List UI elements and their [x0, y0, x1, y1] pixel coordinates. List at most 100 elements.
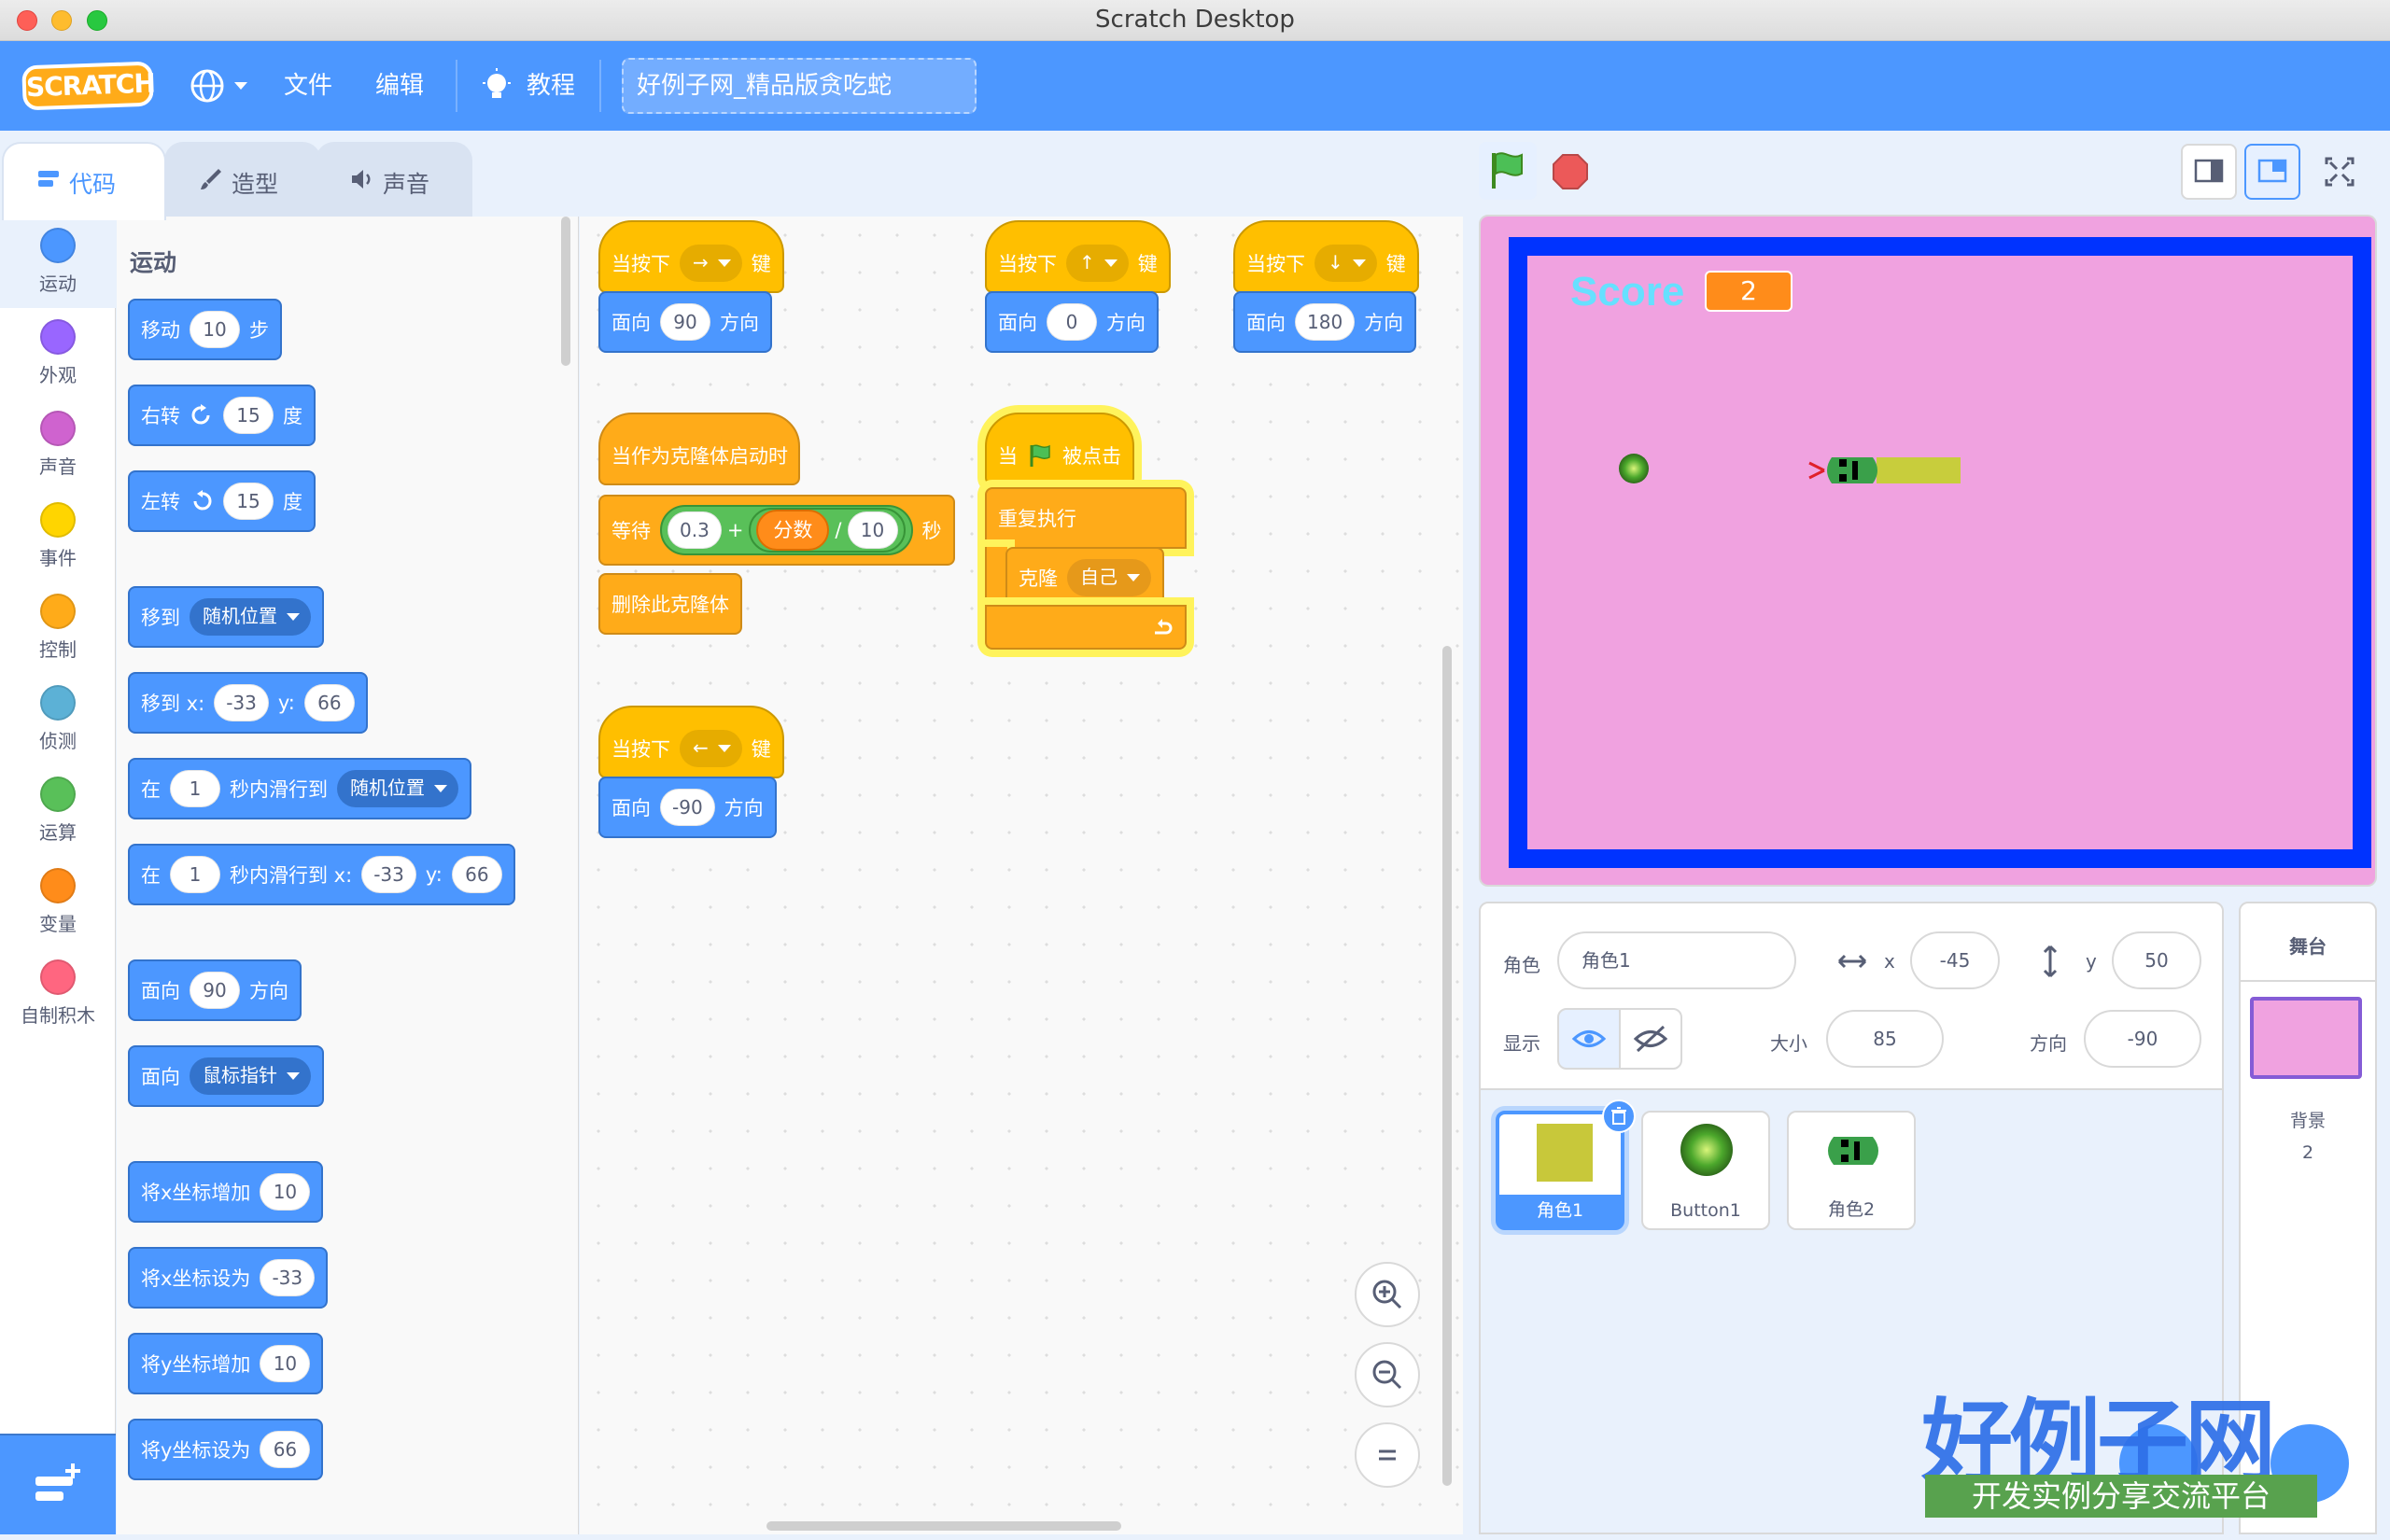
category-sound[interactable]: 声音: [0, 399, 116, 491]
category-variables[interactable]: 变量: [0, 857, 116, 948]
block-input[interactable]: 0: [1047, 303, 1097, 341]
block-dropdown[interactable]: 随机位置: [337, 770, 458, 807]
block-dropdown[interactable]: 鼠标指针: [190, 1057, 311, 1095]
zoom-in-button[interactable]: [1355, 1262, 1420, 1327]
project-title-input[interactable]: 好例子网_精品版贪吃蛇: [622, 58, 977, 114]
block-input[interactable]: 10: [847, 511, 898, 549]
block-goto-xy[interactable]: 移到 x: -33 y: 66: [128, 672, 368, 734]
sprite-tile[interactable]: 角色1: [1496, 1099, 1636, 1230]
block-point-direction[interactable]: 面向 -90 方向: [598, 777, 777, 838]
block-input[interactable]: 90: [660, 303, 710, 341]
category-motion[interactable]: 运动: [0, 217, 116, 308]
stage-canvas[interactable]: Score 2: [1479, 215, 2377, 887]
block-input[interactable]: 15: [223, 483, 274, 520]
block-input[interactable]: -90: [660, 789, 715, 826]
block-input[interactable]: 66: [451, 856, 502, 893]
block-point-direction[interactable]: 面向 90 方向: [128, 959, 302, 1021]
hat-when-key-left[interactable]: 当按下 ← 键: [598, 706, 784, 778]
tab-costumes[interactable]: 造型: [164, 142, 321, 217]
operator-divide[interactable]: 分数 / 10: [749, 508, 906, 553]
category-sensing[interactable]: 侦测: [0, 674, 116, 765]
block-set-x[interactable]: 将x坐标设为 -33: [128, 1247, 329, 1309]
key-dropdown[interactable]: ↑: [1066, 245, 1129, 282]
block-delete-clone[interactable]: 删除此克隆体: [598, 573, 742, 635]
backdrop-thumbnail[interactable]: [2250, 997, 2362, 1079]
block-input[interactable]: 10: [190, 311, 240, 348]
block-input[interactable]: 10: [260, 1345, 311, 1382]
hat-when-clone-starts[interactable]: 当作为克隆体启动时: [598, 413, 800, 485]
sprite-tile[interactable]: 角色2: [1787, 1111, 1916, 1230]
block-input[interactable]: 66: [260, 1431, 311, 1468]
normal-stage-button[interactable]: [2244, 144, 2300, 200]
block-input[interactable]: 90: [190, 972, 240, 1009]
palette-scrollbar[interactable]: [561, 217, 570, 366]
variable-score[interactable]: 分数: [756, 510, 830, 551]
add-extension-button[interactable]: [0, 1434, 116, 1534]
show-hidden-button[interactable]: [1619, 1008, 1682, 1070]
operator-add[interactable]: 0.3 + 分数 / 10: [660, 505, 913, 555]
hat-when-key-right[interactable]: 当按下 → 键: [598, 220, 784, 293]
block-input[interactable]: 180: [1295, 303, 1356, 341]
block-forever[interactable]: 重复执行: [985, 487, 1187, 549]
zoom-reset-button[interactable]: [1355, 1422, 1420, 1488]
block-goto[interactable]: 移到 随机位置: [128, 586, 324, 648]
direction-input[interactable]: -90: [2084, 1010, 2201, 1068]
clone-target-dropdown[interactable]: 自己: [1067, 559, 1151, 596]
tab-sounds[interactable]: 声音: [316, 142, 472, 217]
delete-sprite-button[interactable]: [1602, 1099, 1636, 1133]
block-turn-left[interactable]: 左转 15 度: [128, 470, 316, 532]
sprite-name-input[interactable]: 角色1: [1557, 931, 1796, 989]
block-input[interactable]: 0.3: [668, 511, 722, 549]
block-point-direction[interactable]: 面向 180 方向: [1233, 291, 1417, 353]
code-horizontal-scrollbar[interactable]: [766, 1521, 1121, 1531]
block-input[interactable]: 1: [170, 770, 220, 807]
block-wait[interactable]: 等待 0.3 + 分数 / 10 秒: [598, 495, 955, 566]
code-vertical-scrollbar[interactable]: [1442, 646, 1452, 1486]
block-input[interactable]: -33: [214, 684, 269, 721]
block-glide[interactable]: 在 1 秒内滑行到 随机位置: [128, 758, 471, 819]
block-turn-right[interactable]: 右转 15 度: [128, 385, 316, 446]
block-change-x[interactable]: 将x坐标增加 10: [128, 1161, 324, 1223]
category-looks[interactable]: 外观: [0, 308, 116, 399]
block-input[interactable]: 10: [260, 1173, 311, 1211]
tutorials-menu[interactable]: 教程: [480, 67, 583, 105]
category-control[interactable]: 控制: [0, 582, 116, 674]
block-point-direction[interactable]: 面向 90 方向: [598, 291, 772, 353]
block-point-direction[interactable]: 面向 0 方向: [985, 291, 1159, 353]
key-dropdown[interactable]: ↓: [1314, 245, 1377, 282]
block-input[interactable]: -33: [361, 856, 416, 893]
hat-when-key-up[interactable]: 当按下 ↑ 键: [985, 220, 1171, 293]
key-dropdown[interactable]: ←: [680, 730, 742, 767]
category-my-blocks[interactable]: 自制积木: [0, 948, 116, 1040]
block-input[interactable]: 15: [223, 397, 274, 434]
zoom-out-button[interactable]: [1355, 1342, 1420, 1407]
hat-when-key-down[interactable]: 当按下 ↓ 键: [1233, 220, 1419, 293]
block-change-y[interactable]: 将y坐标增加 10: [128, 1333, 324, 1394]
x-input[interactable]: -45: [1910, 931, 2000, 989]
key-dropdown[interactable]: →: [680, 245, 742, 282]
block-dropdown[interactable]: 随机位置: [190, 598, 311, 636]
green-flag-button[interactable]: [1479, 142, 1537, 200]
block-input[interactable]: 1: [170, 856, 220, 893]
menu-file[interactable]: 文件: [284, 67, 332, 105]
small-stage-button[interactable]: [2181, 144, 2237, 200]
scratch-logo[interactable]: SCRATCH: [21, 61, 155, 111]
block-create-clone[interactable]: 克隆 自己: [1005, 547, 1164, 609]
menu-edit[interactable]: 编辑: [375, 67, 424, 105]
hat-when-flag-clicked[interactable]: 当 被点击: [985, 413, 1134, 485]
stop-button[interactable]: [1550, 142, 1591, 200]
y-input[interactable]: 50: [2112, 931, 2201, 989]
tab-code[interactable]: 代码: [2, 142, 166, 220]
code-workspace[interactable]: 当按下 → 键 面向 90 方向 当按下 ↑ 键 面向 0 方向 当按下 ↓ 键…: [580, 217, 1463, 1534]
block-input[interactable]: 66: [303, 684, 355, 721]
sprite-tile[interactable]: Button1: [1641, 1111, 1770, 1230]
category-events[interactable]: 事件: [0, 491, 116, 582]
language-menu[interactable]: [189, 67, 254, 105]
block-move-steps[interactable]: 移动 10 步: [128, 299, 282, 360]
size-input[interactable]: 85: [1826, 1010, 1944, 1068]
block-input[interactable]: -33: [260, 1259, 316, 1296]
block-glide-xy[interactable]: 在 1 秒内滑行到 x: -33 y: 66: [128, 844, 515, 905]
block-set-y[interactable]: 将y坐标设为 66: [128, 1419, 324, 1480]
category-operators[interactable]: 运算: [0, 765, 116, 857]
block-point-towards[interactable]: 面向 鼠标指针: [128, 1045, 324, 1107]
